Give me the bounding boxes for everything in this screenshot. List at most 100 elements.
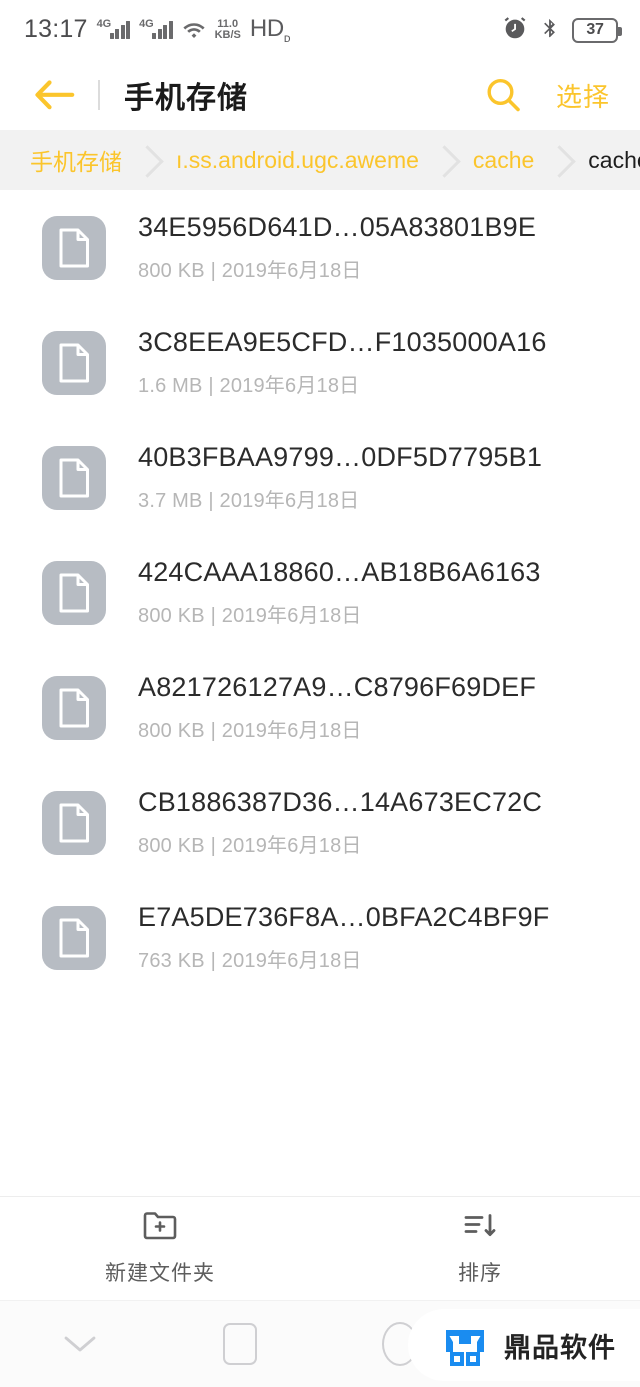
- folder-plus-icon: [143, 1210, 177, 1245]
- select-button[interactable]: 选择: [556, 77, 610, 114]
- file-item-text: A821726127A9…C8796F69DEF 800 KB | 2019年6…: [138, 672, 536, 743]
- nav-back-button[interactable]: [0, 1301, 160, 1387]
- file-date: 2019年6月18日: [219, 375, 360, 397]
- app-bar-divider: [98, 80, 100, 110]
- wifi-icon: [182, 20, 206, 39]
- battery-indicator: 37: [572, 17, 622, 43]
- file-separator: |: [210, 950, 216, 972]
- file-date: 2019年6月18日: [221, 605, 362, 627]
- file-item-text: 424CAAA18860…AB18B6A6163 800 KB | 2019年6…: [138, 557, 541, 628]
- file-subtitle: 763 KB | 2019年6月18日: [138, 944, 550, 973]
- breadcrumb-item-0[interactable]: 手机存储: [0, 130, 148, 190]
- new-folder-button[interactable]: 新建文件夹: [0, 1210, 320, 1287]
- file-date: 2019年6月18日: [221, 260, 362, 282]
- signal-strength-sim1-icon: 4G: [96, 18, 131, 40]
- file-size: 800 KB: [138, 720, 205, 742]
- file-name: 34E5956D641D…05A83801B9E: [138, 212, 537, 242]
- file-item-text: 3C8EEA9E5CFD…F1035000A16 1.6 MB | 2019年6…: [138, 327, 547, 398]
- signal-strength-sim2-icon: 4G: [139, 18, 173, 40]
- sort-descending-icon: [463, 1210, 497, 1245]
- file-item-text: E7A5DE736F8A…0BFA2C4BF9F 763 KB | 2019年6…: [138, 902, 550, 973]
- file-subtitle: 800 KB | 2019年6月18日: [138, 254, 536, 283]
- file-list-item[interactable]: 3C8EEA9E5CFD…F1035000A16 1.6 MB | 2019年6…: [0, 305, 640, 420]
- file-name: CB1886387D36…14A673EC72C: [138, 787, 543, 817]
- file-subtitle: 800 KB | 2019年6月18日: [138, 714, 536, 743]
- app-bar-actions: 选择: [484, 76, 610, 114]
- bottom-toolbar: 新建文件夹 排序: [0, 1196, 640, 1300]
- watermark: 鼎品软件: [408, 1309, 640, 1381]
- file-date: 2019年6月18日: [221, 720, 362, 742]
- dingpin-logo-icon: [440, 1320, 490, 1370]
- file-subtitle: 800 KB | 2019年6月18日: [138, 599, 541, 628]
- file-name: E7A5DE736F8A…0BFA2C4BF9F: [138, 902, 550, 932]
- status-time: 13:17: [24, 15, 88, 44]
- breadcrumb: 手机存储 ı.ss.android.ugc.aweme cache cache: [0, 130, 640, 190]
- file-list-item[interactable]: CB1886387D36…14A673EC72C 800 KB | 2019年6…: [0, 765, 640, 880]
- battery-level-text: 37: [586, 21, 604, 38]
- file-item-text: 34E5956D641D…05A83801B9E 800 KB | 2019年6…: [138, 212, 536, 283]
- file-size: 763 KB: [138, 950, 205, 972]
- new-folder-label: 新建文件夹: [105, 1262, 215, 1285]
- watermark-text: 鼎品软件: [504, 1332, 616, 1363]
- file-date: 2019年6月18日: [221, 950, 362, 972]
- file-list-item[interactable]: 34E5956D641D…05A83801B9E 800 KB | 2019年6…: [0, 190, 640, 305]
- file-item-text: CB1886387D36…14A673EC72C 800 KB | 2019年6…: [138, 787, 542, 858]
- file-document-icon: [42, 560, 106, 625]
- file-document-icon: [42, 905, 106, 970]
- file-document-icon: [42, 675, 106, 740]
- file-item-text: 40B3FBAA9799…0DF5D7795B1 3.7 MB | 2019年6…: [138, 442, 542, 513]
- file-subtitle: 800 KB | 2019年6月18日: [138, 829, 542, 858]
- file-date: 2019年6月18日: [221, 835, 362, 857]
- status-bar-right: 37: [502, 15, 622, 46]
- breadcrumb-item-1[interactable]: ı.ss.android.ugc.aweme: [148, 130, 445, 190]
- bluetooth-icon: [539, 15, 561, 46]
- back-arrow-icon[interactable]: [34, 78, 76, 112]
- file-name: A821726127A9…C8796F69DEF: [138, 672, 537, 702]
- signal-sim2-network-label: 4G: [139, 18, 154, 31]
- signal-sim1-network-label: 4G: [96, 18, 112, 31]
- file-document-icon: [42, 330, 106, 395]
- file-subtitle: 1.6 MB | 2019年6月18日: [138, 369, 547, 398]
- system-navigation-bar: 鼎品软件: [0, 1300, 640, 1387]
- network-speed-indicator: 11.0 KB/S: [214, 18, 241, 41]
- file-list-item[interactable]: 40B3FBAA9799…0DF5D7795B1 3.7 MB | 2019年6…: [0, 420, 640, 535]
- hd-label: HD: [249, 15, 284, 43]
- file-list-item[interactable]: A821726127A9…C8796F69DEF 800 KB | 2019年6…: [0, 650, 640, 765]
- file-size: 800 KB: [138, 835, 205, 857]
- sort-label: 排序: [458, 1262, 502, 1285]
- file-document-icon: [42, 445, 106, 510]
- file-date: 2019年6月18日: [219, 490, 360, 512]
- file-size: 800 KB: [138, 605, 205, 627]
- phone-screen: 13:17 4G 4G 11.0 KB/S HDᴅ 37 手机存储 选择 手机存…: [0, 0, 640, 1387]
- chevron-down-icon: [63, 1334, 97, 1354]
- app-bar: 手机存储 选择: [0, 60, 640, 130]
- file-name: 40B3FBAA9799…0DF5D7795B1: [138, 442, 543, 472]
- page-title: 手机存储: [124, 82, 248, 115]
- file-size: 800 KB: [138, 260, 205, 282]
- status-bar: 13:17 4G 4G 11.0 KB/S HDᴅ 37: [0, 0, 640, 60]
- square-icon: [223, 1323, 257, 1365]
- file-separator: |: [208, 490, 214, 512]
- hd-sub-label: ᴅ: [283, 30, 291, 45]
- breadcrumb-item-2[interactable]: cache: [445, 130, 560, 190]
- file-subtitle: 3.7 MB | 2019年6月18日: [138, 484, 542, 513]
- alarm-clock-icon: [502, 15, 528, 46]
- network-speed-unit: KB/S: [214, 28, 241, 41]
- file-name: 3C8EEA9E5CFD…F1035000A16: [138, 327, 547, 357]
- file-separator: |: [210, 260, 216, 282]
- file-size: 3.7 MB: [138, 490, 203, 512]
- file-list: 34E5956D641D…05A83801B9E 800 KB | 2019年6…: [0, 190, 640, 1196]
- nav-recents-button[interactable]: [160, 1301, 320, 1387]
- file-separator: |: [210, 605, 216, 627]
- file-document-icon: [42, 215, 106, 280]
- file-separator: |: [208, 375, 214, 397]
- file-name: 424CAAA18860…AB18B6A6163: [138, 557, 541, 587]
- file-size: 1.6 MB: [138, 375, 203, 397]
- file-separator: |: [210, 720, 216, 742]
- file-separator: |: [210, 835, 216, 857]
- search-icon[interactable]: [484, 76, 522, 114]
- hd-voice-indicator: HDᴅ: [249, 15, 291, 45]
- file-list-item[interactable]: E7A5DE736F8A…0BFA2C4BF9F 763 KB | 2019年6…: [0, 880, 640, 995]
- file-list-item[interactable]: 424CAAA18860…AB18B6A6163 800 KB | 2019年6…: [0, 535, 640, 650]
- sort-button[interactable]: 排序: [320, 1210, 640, 1287]
